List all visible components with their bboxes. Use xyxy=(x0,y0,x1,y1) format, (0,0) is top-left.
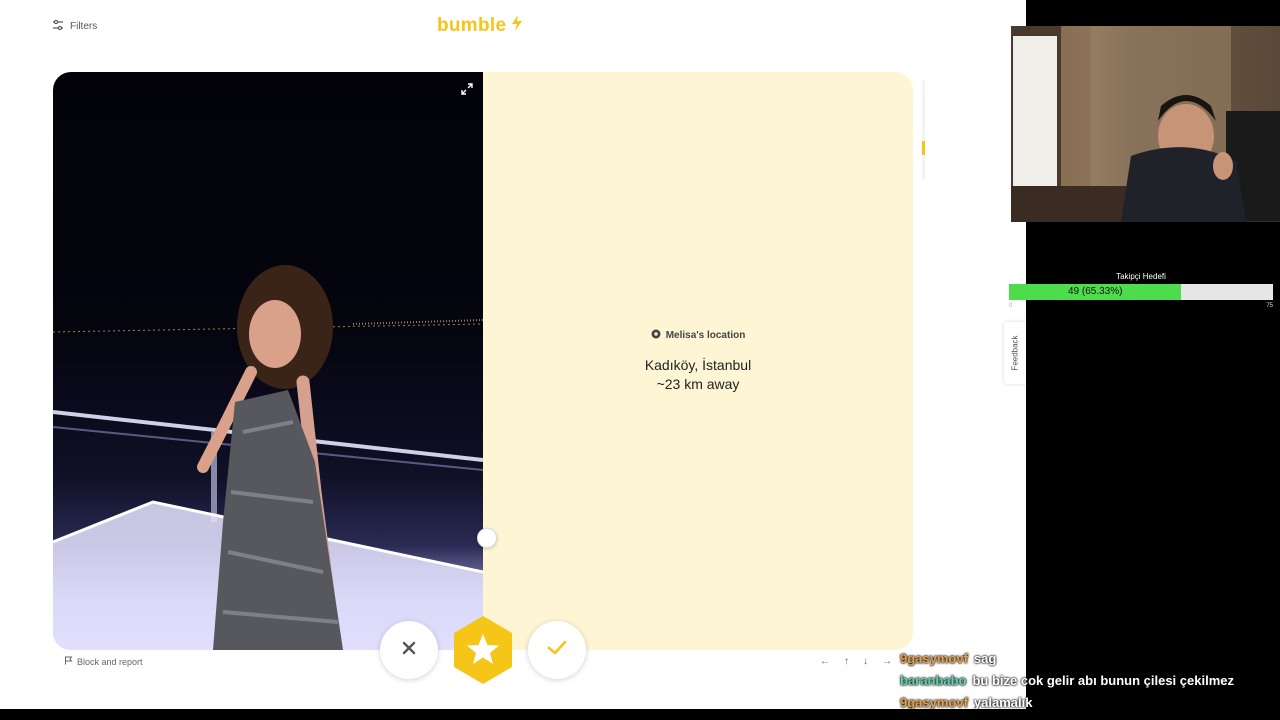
chat-message: baranbabo bu bize cok gelir abı bunun çil… xyxy=(900,670,1280,692)
follower-goal-value: 49 (65.33%) xyxy=(1067,286,1123,297)
like-button[interactable] xyxy=(528,621,586,679)
filters-button[interactable]: Filters xyxy=(52,19,97,34)
card-scrollbar-thumb[interactable] xyxy=(922,141,925,155)
stream-chat: 9gasymovf sag baranbabo bu bize cok gelir … xyxy=(900,648,1280,714)
follower-goal-title: Takipçi Hedefi xyxy=(1116,272,1166,281)
feedback-tab[interactable]: Feedback xyxy=(1004,322,1026,384)
chat-text: bu bize cok gelir abı bunun çilesi çekil… xyxy=(972,673,1234,688)
chat-username: baranbabo xyxy=(900,673,967,688)
pass-button[interactable] xyxy=(380,621,438,679)
block-and-report-label: Block and report xyxy=(77,656,143,667)
chat-message: 9gasymovf sag xyxy=(900,648,1280,670)
webcam-overlay xyxy=(1011,26,1280,222)
sliders-icon xyxy=(52,19,64,34)
location-city: Kadıköy, İstanbul xyxy=(644,356,752,373)
profile-card: Melisa's location Kadıköy, İstanbul ~23 … xyxy=(53,72,913,650)
chat-text: yalamalık xyxy=(973,695,1033,710)
expand-photo-icon[interactable] xyxy=(461,82,473,100)
block-and-report-link[interactable]: Block and report xyxy=(64,656,143,667)
chat-username: 9gasymovf xyxy=(900,651,968,666)
card-scrollbar[interactable] xyxy=(922,80,925,180)
logo-text: bumble xyxy=(437,15,507,36)
bumble-logo[interactable]: bumble xyxy=(437,14,525,38)
flag-icon xyxy=(64,656,73,667)
bolt-icon xyxy=(509,14,525,38)
x-icon xyxy=(401,640,417,661)
location-distance: ~23 km away xyxy=(656,375,740,392)
chat-username: 9gasymovf xyxy=(900,695,968,710)
arrow-down-icon[interactable]: ↓ xyxy=(863,656,868,667)
filters-label: Filters xyxy=(70,21,98,32)
arrow-up-icon[interactable]: ↑ xyxy=(844,656,849,667)
card-scroll-handle[interactable] xyxy=(477,528,497,548)
follower-goal-min: 0 xyxy=(1009,303,1013,309)
feedback-label: Feedback xyxy=(1010,335,1020,371)
profile-photo[interactable] xyxy=(53,72,483,650)
arrow-left-icon[interactable]: ← xyxy=(820,656,830,667)
check-icon xyxy=(547,640,567,661)
location-label-text: Melisa's location xyxy=(665,329,746,341)
bottom-letterbox xyxy=(0,709,1280,720)
bumble-app: Filters bumble Melisa's location Kadıköy… xyxy=(0,0,1026,709)
location-pin-icon xyxy=(651,329,661,342)
follower-goal-bar: 49 (65.33%) xyxy=(1009,284,1273,300)
follower-goal-widget: Takipçi Hedefi 49 (65.33%) 0 75 xyxy=(1009,272,1273,309)
superswipe-button[interactable] xyxy=(447,614,519,686)
arrow-right-icon[interactable]: → xyxy=(882,656,892,667)
location-label: Melisa's location xyxy=(651,329,746,342)
follower-goal-max: 75 xyxy=(1266,303,1273,309)
keyboard-nav-hints: ← ↑ ↓ → xyxy=(820,656,892,667)
location-panel: Melisa's location Kadıköy, İstanbul ~23 … xyxy=(483,72,913,650)
chat-text: sag xyxy=(973,651,997,666)
